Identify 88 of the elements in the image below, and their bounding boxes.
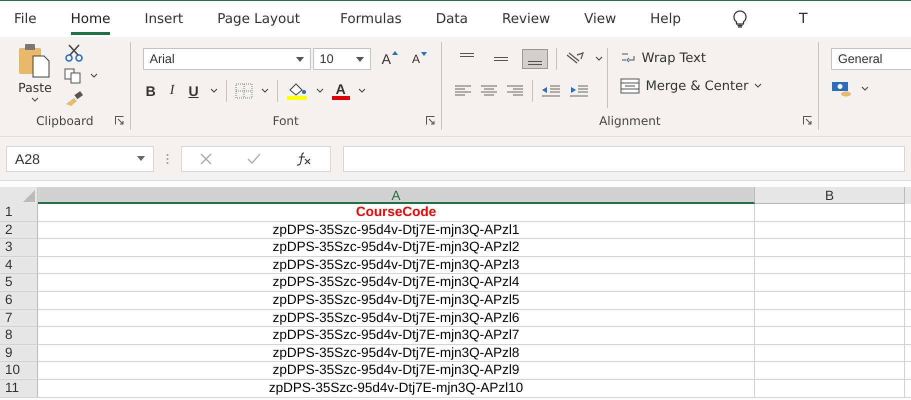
- paste-button[interactable]: Paste: [18, 42, 52, 112]
- row-header[interactable]: 8: [0, 327, 38, 344]
- table-cell: zpDPS-35Szc-95d4v-Dtj7E-mjn3Q-APzl3: [38, 256, 755, 274]
- table-cell: zpDPS-35Szc-95d4v-Dtj7E-mjn3Q-APzl1: [38, 222, 755, 238]
- vertical-align-button[interactable]: [522, 49, 548, 69]
- caret-icon[interactable]: [90, 73, 98, 79]
- group-label: Alignment: [599, 114, 661, 128]
- table-cell: CourseCode: [38, 204, 755, 221]
- table-cell: zpDPS-35Szc-95d4v-Dtj7E-mjn3Q-APzl10: [38, 380, 755, 397]
- row-header[interactable]: 4: [0, 256, 38, 274]
- ribbon-tab[interactable]: View: [584, 4, 616, 34]
- shrink-font-button[interactable]: A: [409, 52, 430, 66]
- row-header[interactable]: 7: [0, 310, 38, 326]
- bold-button[interactable]: B: [142, 83, 159, 99]
- underline-button[interactable]: U: [185, 83, 202, 99]
- format-painter-icon[interactable]: [64, 90, 84, 106]
- up-arrow-icon: [392, 51, 398, 55]
- align-lines-icon: [460, 53, 474, 57]
- align-lines-icon: [494, 57, 508, 61]
- increase-indent-icon[interactable]: [568, 85, 589, 97]
- align-lines-icon: [528, 61, 542, 65]
- merge-center-button[interactable]: Merge & Center: [620, 76, 762, 96]
- formula-input[interactable]: [343, 146, 905, 172]
- lightbulb-icon[interactable]: [732, 10, 747, 28]
- currency-icon[interactable]: [830, 80, 853, 98]
- row-header[interactable]: 11: [0, 380, 38, 397]
- dialog-launcher-icon[interactable]: [426, 116, 435, 125]
- caret-icon[interactable]: [210, 88, 218, 94]
- copy-icon[interactable]: [64, 68, 82, 84]
- caret-icon: [754, 83, 762, 89]
- font-color-button[interactable]: A: [332, 82, 350, 100]
- ribbon-tab[interactable]: Page Layout: [217, 4, 300, 34]
- column-header[interactable]: B: [755, 187, 905, 204]
- number-format-field[interactable]: General: [830, 48, 911, 70]
- row-header[interactable]: 6: [0, 292, 38, 309]
- font-name-field[interactable]: Arial: [142, 48, 311, 70]
- ribbon-tab[interactable]: Data: [436, 4, 468, 34]
- table-cell: zpDPS-35Szc-95d4v-Dtj7E-mjn3Q-APzl9: [38, 362, 755, 379]
- table-cell: zpDPS-35Szc-95d4v-Dtj7E-mjn3Q-APzl4: [38, 274, 755, 291]
- ribbon-tab[interactable]: Insert: [144, 4, 184, 34]
- table-cell: zpDPS-35Szc-95d4v-Dtj7E-mjn3Q-APzl7: [38, 327, 755, 344]
- decrease-indent-icon[interactable]: [540, 85, 561, 97]
- caret-icon[interactable]: [260, 88, 269, 94]
- table-cell: zpDPS-35Szc-95d4v-Dtj7E-mjn3Q-APzl2: [38, 239, 755, 256]
- dialog-launcher-icon[interactable]: [802, 116, 812, 125]
- caret-icon: [356, 56, 364, 62]
- group-label: Clipboard: [36, 114, 94, 128]
- wrap-text-button[interactable]: Wrap Text: [620, 48, 762, 68]
- italic-button[interactable]: I: [166, 83, 178, 99]
- caret-icon[interactable]: [860, 86, 869, 92]
- caret-icon: [296, 56, 304, 62]
- clipboard-icon: [18, 42, 52, 78]
- down-arrow-icon: [421, 52, 428, 56]
- font-size-field[interactable]: 10: [312, 48, 371, 70]
- align-left-icon[interactable]: [454, 85, 472, 97]
- caret-icon: [31, 97, 39, 103]
- table-cell: zpDPS-35Szc-95d4v-Dtj7E-mjn3Q-APzl5: [38, 292, 755, 309]
- fill-color-icon[interactable]: [286, 82, 308, 100]
- checkmark-icon[interactable]: [246, 152, 261, 164]
- ribbon-tab[interactable]: Help: [650, 4, 681, 34]
- row-header[interactable]: 5: [0, 274, 38, 291]
- row-header[interactable]: 10: [0, 362, 38, 379]
- name-box[interactable]: A28: [6, 146, 154, 172]
- caret-icon: [137, 156, 145, 161]
- row-header[interactable]: 1: [0, 204, 38, 221]
- tell-me-label[interactable]: T: [798, 11, 808, 27]
- borders-icon[interactable]: [234, 83, 253, 99]
- align-center-icon[interactable]: [480, 85, 498, 97]
- row-header[interactable]: 9: [0, 344, 38, 362]
- grow-font-button[interactable]: A: [378, 51, 401, 67]
- row-header[interactable]: 3: [0, 239, 38, 256]
- table-cell: zpDPS-35Szc-95d4v-Dtj7E-mjn3Q-APzl8: [38, 344, 755, 362]
- caret-icon[interactable]: [594, 56, 603, 62]
- group-label: Font: [272, 114, 299, 128]
- table-cell: zpDPS-35Szc-95d4v-Dtj7E-mjn3Q-APzl6: [38, 310, 755, 326]
- ribbon-tab[interactable]: Review: [502, 4, 550, 34]
- scissors-icon[interactable]: [64, 44, 84, 62]
- merge-icon: [620, 78, 640, 94]
- ribbon-tab[interactable]: Formulas: [340, 4, 402, 34]
- dialog-launcher-icon[interactable]: [114, 116, 124, 125]
- caret-icon[interactable]: [358, 88, 366, 94]
- caret-icon[interactable]: [316, 88, 324, 94]
- align-right-icon[interactable]: [506, 85, 524, 97]
- column-header[interactable]: A: [38, 187, 755, 204]
- drag-handle-icon[interactable]: [166, 152, 169, 164]
- function-icon[interactable]: [296, 152, 312, 166]
- row-header[interactable]: 2: [0, 222, 38, 238]
- ribbon-tab[interactable]: File: [14, 4, 37, 34]
